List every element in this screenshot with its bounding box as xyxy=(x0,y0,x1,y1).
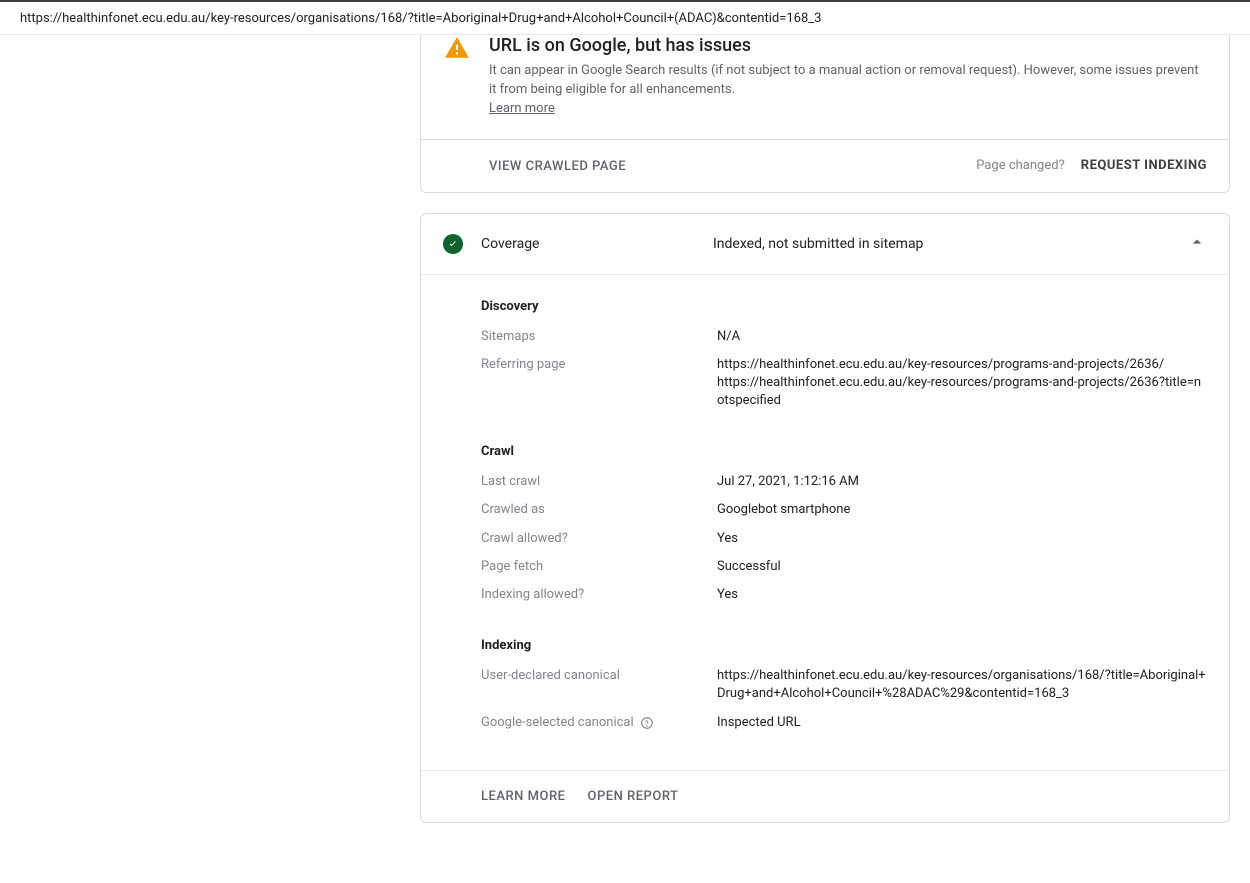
row-crawl-allowed: Crawl allowed? Yes xyxy=(481,530,1207,548)
warning-icon xyxy=(443,35,471,65)
status-description: It can appear in Google Search results (… xyxy=(489,62,1207,119)
discovery-heading: Discovery xyxy=(481,299,1207,314)
status-card: URL is on Google, but has issues It can … xyxy=(420,35,1230,193)
open-report-button[interactable]: OPEN REPORT xyxy=(587,789,678,804)
status-section: URL is on Google, but has issues It can … xyxy=(421,35,1229,139)
status-desc-text: It can appear in Google Search results (… xyxy=(489,63,1199,97)
label-user-canonical: User-declared canonical xyxy=(481,667,717,703)
status-action-row: VIEW CRAWLED PAGE Page changed? REQUEST … xyxy=(421,139,1229,192)
label-page-fetch: Page fetch xyxy=(481,558,717,576)
row-crawled-as: Crawled as Googlebot smartphone xyxy=(481,501,1207,519)
coverage-value: Indexed, not submitted in sitemap xyxy=(713,236,1187,252)
value-last-crawl: Jul 27, 2021, 1:12:16 AM xyxy=(717,473,1207,491)
main-area: URL is on Google, but has issues It can … xyxy=(0,35,1250,883)
coverage-footer: LEARN MORE OPEN REPORT xyxy=(421,770,1229,822)
coverage-details: Discovery Sitemaps N/A Referring page ht… xyxy=(421,275,1229,770)
row-last-crawl: Last crawl Jul 27, 2021, 1:12:16 AM xyxy=(481,473,1207,491)
value-indexing-allowed: Yes xyxy=(717,586,1207,604)
value-page-fetch: Successful xyxy=(717,558,1207,576)
row-user-canonical: User-declared canonical https://healthin… xyxy=(481,667,1207,703)
label-google-canonical-text: Google-selected canonical xyxy=(481,714,634,732)
label-crawl-allowed: Crawl allowed? xyxy=(481,530,717,548)
check-icon xyxy=(443,234,463,254)
value-crawled-as: Googlebot smartphone xyxy=(717,501,1207,519)
url-bar[interactable]: https://healthinfonet.ecu.edu.au/key-res… xyxy=(0,0,1250,35)
value-sitemaps: N/A xyxy=(717,328,1207,346)
chevron-up-icon xyxy=(1187,232,1207,256)
row-sitemaps: Sitemaps N/A xyxy=(481,328,1207,346)
value-crawl-allowed: Yes xyxy=(717,530,1207,548)
status-title: URL is on Google, but has issues xyxy=(489,35,1207,56)
page-changed-label: Page changed? xyxy=(976,158,1065,173)
action-left: VIEW CRAWLED PAGE xyxy=(443,158,626,174)
view-crawled-page-button[interactable]: VIEW CRAWLED PAGE xyxy=(489,159,626,174)
row-page-fetch: Page fetch Successful xyxy=(481,558,1207,576)
coverage-label: Coverage xyxy=(481,236,713,252)
url-bar-text: https://healthinfonet.ecu.edu.au/key-res… xyxy=(20,11,821,26)
row-referring-page: Referring page https://healthinfonet.ecu… xyxy=(481,356,1207,411)
label-sitemaps: Sitemaps xyxy=(481,328,717,346)
label-crawled-as: Crawled as xyxy=(481,501,717,519)
request-indexing-button[interactable]: REQUEST INDEXING xyxy=(1081,158,1207,173)
row-google-canonical: Google-selected canonical Inspected URL xyxy=(481,714,1207,736)
action-right: Page changed? REQUEST INDEXING xyxy=(976,158,1207,173)
label-last-crawl: Last crawl xyxy=(481,473,717,491)
value-user-canonical: https://healthinfonet.ecu.edu.au/key-res… xyxy=(717,667,1207,703)
row-indexing-allowed: Indexing allowed? Yes xyxy=(481,586,1207,604)
coverage-card: Coverage Indexed, not submitted in sitem… xyxy=(420,213,1230,823)
label-referring-page: Referring page xyxy=(481,356,717,411)
learn-more-button[interactable]: LEARN MORE xyxy=(481,789,565,804)
coverage-header[interactable]: Coverage Indexed, not submitted in sitem… xyxy=(421,214,1229,274)
indexing-heading: Indexing xyxy=(481,638,1207,653)
status-text: URL is on Google, but has issues It can … xyxy=(489,35,1207,119)
value-referring-page: https://healthinfonet.ecu.edu.au/key-res… xyxy=(717,356,1207,411)
learn-more-link[interactable]: Learn more xyxy=(489,101,555,116)
label-indexing-allowed: Indexing allowed? xyxy=(481,586,717,604)
value-google-canonical: Inspected URL xyxy=(717,714,1207,736)
label-google-canonical: Google-selected canonical xyxy=(481,714,717,736)
crawl-heading: Crawl xyxy=(481,444,1207,459)
content-column: URL is on Google, but has issues It can … xyxy=(420,35,1230,843)
help-icon[interactable] xyxy=(640,714,654,736)
